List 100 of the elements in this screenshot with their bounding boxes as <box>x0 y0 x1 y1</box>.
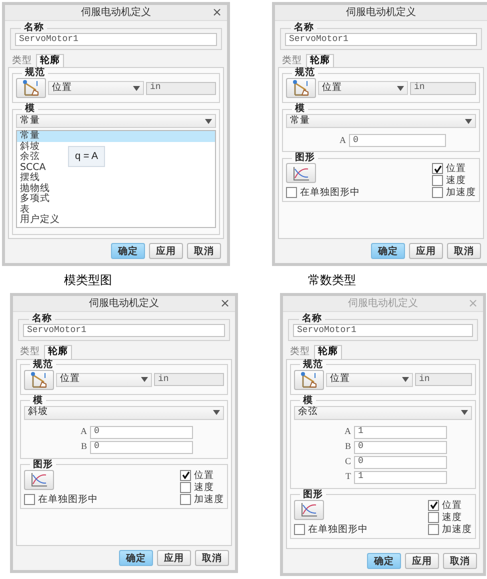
parameter-field[interactable]: 0 <box>354 456 447 469</box>
caret-icon <box>133 86 140 91</box>
parameter-field[interactable]: 1 <box>354 470 447 484</box>
graph-icon <box>292 166 310 181</box>
parameter-field[interactable]: 0 <box>90 426 193 439</box>
dialog-button[interactable]: 取消 <box>447 243 481 259</box>
profile-icon <box>291 79 311 98</box>
profile-button[interactable] <box>286 78 316 98</box>
caret-icon <box>205 118 212 124</box>
caret-icon <box>465 118 472 124</box>
plot-checkbox[interactable]: 加速度 <box>428 524 472 535</box>
plot-checkbox[interactable]: 速度 <box>432 175 476 186</box>
dropdown-option[interactable]: 斜坡 <box>17 142 40 152</box>
dropdown-option[interactable]: 多项式 <box>17 194 50 205</box>
quantity-dropdown[interactable]: 位置 <box>318 81 408 96</box>
separate-graph-checkbox[interactable]: 在单独图形中 <box>286 187 360 198</box>
window-title: 伺服电动机定义 <box>348 298 418 310</box>
dropdown-option[interactable]: 余弦 <box>17 152 40 163</box>
dialog-button[interactable]: 确定 <box>367 553 401 570</box>
parameter-field[interactable]: 1 <box>354 426 447 439</box>
profile-icon <box>299 370 319 389</box>
plot-checkbox[interactable]: 加速度 <box>180 494 224 505</box>
plot-checkbox[interactable]: 速度 <box>180 482 224 493</box>
parameter-label: A <box>344 427 351 438</box>
dialog-button[interactable]: 应用 <box>157 550 191 566</box>
figure-caption: 常数类型 <box>307 274 356 288</box>
group-label: 图形 <box>294 153 316 164</box>
parameter-field[interactable]: 0 <box>354 440 447 454</box>
plot-checkbox[interactable]: 位置 <box>180 470 224 481</box>
name-field[interactable]: ServoMotor1 <box>285 33 477 46</box>
group-label: 模 <box>24 104 36 114</box>
plot-checkbox[interactable]: 速度 <box>428 512 472 523</box>
dialog-button[interactable]: 确定 <box>111 243 145 259</box>
tab[interactable]: 类型 <box>8 54 36 68</box>
profile-button[interactable] <box>24 370 54 390</box>
name-field[interactable]: ServoMotor1 <box>15 33 217 46</box>
model-dropdown[interactable]: 常量 <box>286 114 476 128</box>
dialog-button[interactable]: 取消 <box>187 243 221 259</box>
name-field[interactable]: ServoMotor1 <box>23 324 225 338</box>
tab[interactable]: 轮廓 <box>306 54 334 68</box>
plot-checkbox[interactable]: 位置 <box>428 500 472 511</box>
dropdown-option[interactable]: 常量 <box>17 131 215 142</box>
quantity-dropdown[interactable]: 位置 <box>48 81 144 96</box>
parameter-label: C <box>344 457 351 468</box>
separate-graph-checkbox[interactable]: 在单独图形中 <box>294 524 368 535</box>
formula-tooltip: q = A <box>68 146 106 168</box>
dialog-button[interactable]: 应用 <box>405 553 439 570</box>
graph-button[interactable] <box>286 163 316 184</box>
model-dropdown[interactable]: 余弦 <box>294 406 472 420</box>
profile-icon <box>21 79 41 98</box>
close-button[interactable]: × <box>212 6 222 20</box>
separate-graph-checkbox[interactable]: 在单独图形中 <box>24 494 98 505</box>
dropdown-option[interactable]: 表 <box>17 204 30 216</box>
group-label: 规范 <box>294 68 316 78</box>
profile-button[interactable] <box>16 78 46 98</box>
parameter-field[interactable]: 0 <box>90 440 193 454</box>
graph-button[interactable] <box>24 470 54 490</box>
unit-field: in <box>410 82 476 95</box>
model-dropdown[interactable]: 斜坡 <box>24 406 224 420</box>
quantity-dropdown[interactable]: 位置 <box>326 372 413 387</box>
dialog-button[interactable]: 应用 <box>409 243 443 259</box>
dialog-button[interactable]: 取消 <box>443 553 477 570</box>
graph-icon <box>300 502 318 518</box>
parameter-label: A <box>338 136 346 146</box>
profile-button[interactable] <box>294 370 324 390</box>
dialog-button[interactable]: 应用 <box>149 243 183 259</box>
tab[interactable]: 类型 <box>16 345 44 359</box>
close-button[interactable]: × <box>220 297 230 310</box>
dialog-button[interactable]: 取消 <box>195 550 229 566</box>
model-dropdown[interactable]: 常量 <box>16 114 216 128</box>
plot-checkbox[interactable]: 位置 <box>432 163 476 174</box>
plot-checkbox[interactable]: 加速度 <box>432 187 476 198</box>
group-label: 规范 <box>302 360 324 370</box>
check-icon <box>434 164 442 173</box>
caret-icon <box>213 410 220 416</box>
group-label: 名称 <box>23 23 45 33</box>
tab[interactable]: 类型 <box>286 345 314 359</box>
dialog-button[interactable]: 确定 <box>371 243 405 259</box>
dropdown-option[interactable]: 用户定义 <box>17 215 60 226</box>
caret-icon <box>402 377 409 382</box>
tab[interactable]: 类型 <box>278 54 306 68</box>
group-label: 规范 <box>24 68 46 78</box>
dropdown-option[interactable]: SCCA <box>17 162 46 174</box>
dropdown-option[interactable]: 抛物线 <box>17 184 50 194</box>
graph-button[interactable] <box>294 500 324 520</box>
tab[interactable]: 轮廓 <box>36 54 64 68</box>
unit-field: in <box>415 373 472 386</box>
check-icon <box>430 501 438 510</box>
name-field[interactable]: ServoMotor1 <box>293 324 473 338</box>
window-title: 伺服电动机定义 <box>81 7 151 18</box>
tab[interactable]: 轮廓 <box>44 345 72 359</box>
dialog-button[interactable]: 确定 <box>119 550 153 566</box>
quantity-dropdown[interactable]: 位置 <box>56 372 152 387</box>
parameter-field[interactable]: 0 <box>349 134 446 148</box>
parameter-label: A <box>80 427 87 438</box>
tab[interactable]: 轮廓 <box>314 345 342 359</box>
group-label: 名称 <box>301 314 323 324</box>
parameter-label: T <box>344 472 351 482</box>
dropdown-option[interactable]: 摆线 <box>17 173 40 184</box>
group-label: 名称 <box>293 23 315 33</box>
